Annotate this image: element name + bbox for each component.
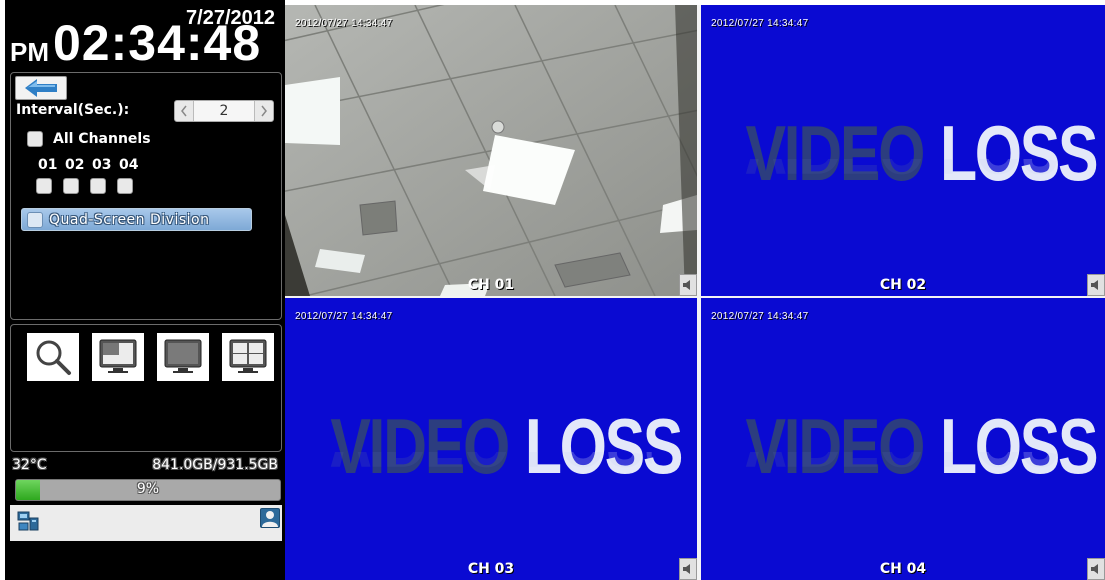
pip-view-button[interactable] [92,333,144,381]
speaker-icon [1091,280,1098,290]
video-loss-reflection-word: VIDEO [745,159,923,187]
quad-screen-label: Quad-Screen Division [49,211,210,228]
storage-readout: 841.0GB/931.5GB [152,457,278,473]
all-channels-checkbox[interactable] [27,131,43,147]
chevron-left-icon [181,105,187,117]
interval-decrease-button[interactable] [175,101,193,121]
hdd-usage-bar: 9% [15,479,281,501]
interval-value[interactable]: 2 [193,101,255,121]
interval-label: Interval(Sec.): [16,102,130,118]
speaker-icon [683,564,690,574]
audio-button[interactable] [1087,558,1105,580]
channel-number: 04 [119,157,139,173]
camera-timestamp: 2012/07/27 14:34:47 [711,18,809,29]
single-view-icon [164,339,202,373]
hdd-usage-percent: 9% [136,481,160,497]
interval-stepper[interactable]: 2 [174,100,274,122]
video-loss-reflection-word: LOSS [940,452,1061,480]
status-strip [10,505,282,541]
single-view-button[interactable] [157,333,209,381]
quad-view-button[interactable] [222,333,274,381]
clock-ampm: PM [10,37,49,67]
sidebar: 7/27/2012 PM 02:34:48 Interval(Sec.): 2 … [5,0,285,580]
temperature-readout: 32°C [12,457,47,473]
channel-checkbox-01[interactable] [36,178,52,194]
camera-tile-ch03[interactable]: 2012/07/27 14:34:47 VIDEO LOSS VIDEO LOS… [285,298,697,580]
audio-button[interactable] [679,558,697,580]
camera-tile-ch04[interactable]: 2012/07/27 14:34:47 VIDEO LOSS VIDEO LOS… [701,298,1105,580]
pip-view-icon [99,339,137,373]
camera-timestamp: 2012/07/27 14:34:47 [711,311,809,322]
video-loss-reflection: VIDEO LOSS [330,452,651,480]
back-button[interactable] [15,76,67,100]
back-arrow-icon [25,79,57,97]
channel-checkbox-02[interactable] [63,178,79,194]
channel-checkbox-04[interactable] [117,178,133,194]
user-silhouette-icon [262,511,278,527]
grid-divider-horizontal [285,296,1105,298]
video-loss-reflection: VIDEO LOSS [745,452,1060,480]
search-button[interactable] [27,333,79,381]
camera-tile-ch01[interactable]: 2012/07/27 14:34:47 CH 01 [285,5,697,296]
channel-numbers: 01 02 03 04 [38,157,146,173]
camera-channel-label: CH 04 [879,561,927,577]
clock-time: 02:34:48 [53,15,262,71]
audio-button[interactable] [679,274,697,296]
channel-checkboxes [36,178,133,194]
camera-channel-label: CH 01 [467,277,515,293]
channel-number: 01 [38,157,58,173]
quad-screen-checkbox[interactable] [27,211,43,228]
audio-button[interactable] [1087,274,1105,296]
chevron-right-icon [261,105,267,117]
clock: 7/27/2012 PM 02:34:48 [5,5,281,71]
all-channels-label: All Channels [53,131,151,147]
camera-timestamp: 2012/07/27 14:34:47 [295,18,393,29]
speaker-icon [1091,564,1098,574]
video-loss-reflection-word: LOSS [940,159,1061,187]
camera-feed-image [285,5,697,296]
search-icon [36,340,71,375]
grid-divider-vertical [697,5,701,580]
camera-timestamp: 2012/07/27 14:34:47 [295,311,393,322]
channel-number: 02 [65,157,85,173]
speaker-icon [683,280,690,290]
interval-increase-button[interactable] [255,101,273,121]
all-channels-option[interactable]: All Channels [27,131,151,147]
channel-number: 03 [92,157,112,173]
view-panel [10,324,282,452]
video-loss-reflection-word: LOSS [525,452,652,480]
camera-channel-label: CH 03 [467,561,515,577]
channel-checkbox-03[interactable] [90,178,106,194]
camera-channel-label: CH 02 [879,277,927,293]
video-loss-reflection-word: VIDEO [330,452,508,480]
video-loss-reflection-word: VIDEO [745,452,923,480]
quad-screen-division-option[interactable]: Quad-Screen Division [21,208,252,231]
video-loss-reflection: VIDEO LOSS [745,159,1060,187]
quad-view-icon [229,339,267,373]
network-icon[interactable] [17,510,39,532]
camera-tile-ch02[interactable]: 2012/07/27 14:34:47 VIDEO LOSS VIDEO LOS… [701,5,1105,296]
user-icon[interactable] [260,508,280,528]
control-panel: Interval(Sec.): 2 All Channels 01 02 03 04 [10,72,282,320]
